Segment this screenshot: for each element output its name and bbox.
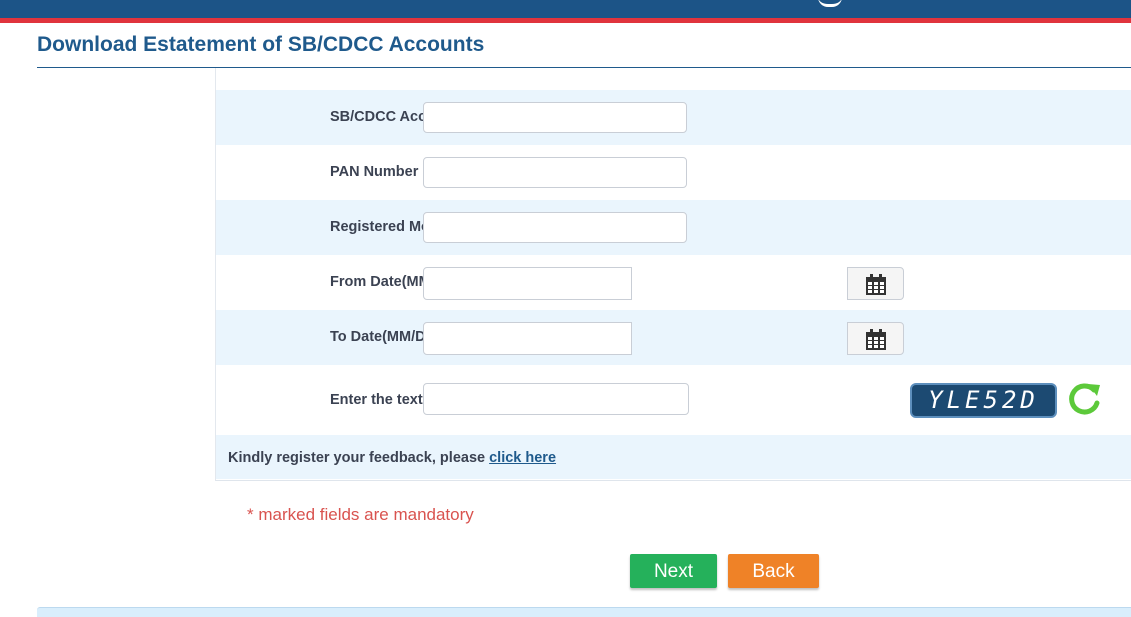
pan-number-input[interactable] <box>423 157 687 188</box>
refresh-icon[interactable] <box>1066 381 1104 417</box>
header-accent-stripe <box>0 18 1131 23</box>
next-button[interactable]: Next <box>630 554 717 588</box>
back-button[interactable]: Back <box>728 554 819 588</box>
header-bar <box>0 0 1131 18</box>
mandatory-note: * marked fields are mandatory <box>247 505 474 524</box>
captcha-input[interactable] <box>423 383 689 415</box>
feedback-row: Kindly register your feedback, please cl… <box>216 435 1131 479</box>
calendar-icon <box>866 329 886 350</box>
to-date-calendar-button[interactable] <box>847 322 904 355</box>
form-row-to-date: To Date(MM/DD/YYYY) <box>216 310 1131 365</box>
account-number-input[interactable] <box>423 102 687 133</box>
pan-number-label: PAN Number <box>330 164 419 180</box>
to-date-input[interactable] <box>423 322 632 355</box>
page-title: Download Estatement of SB/CDCC Accounts <box>37 33 485 56</box>
form-row-from-date: From Date(MM/DD/YYYY) <box>216 255 1131 310</box>
mobile-number-input[interactable] <box>423 212 687 243</box>
from-date-input[interactable] <box>423 267 632 300</box>
header-title-fragment <box>818 0 842 7</box>
calendar-icon <box>866 274 886 295</box>
captcha-image: YLE52D <box>910 383 1057 418</box>
feedback-link[interactable]: click here <box>489 450 556 466</box>
feedback-text: Kindly register your feedback, please cl… <box>228 450 557 466</box>
from-date-calendar-button[interactable] <box>847 267 904 300</box>
